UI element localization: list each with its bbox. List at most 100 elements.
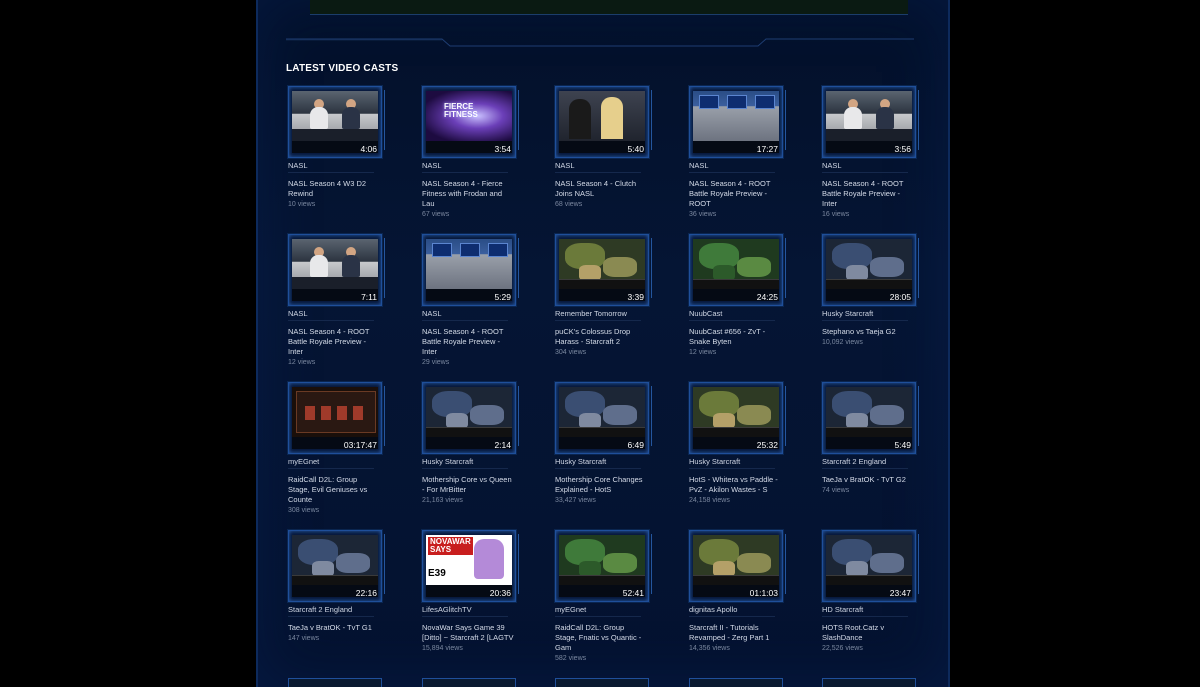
video-thumbnail[interactable]: 25:32 <box>689 382 786 454</box>
video-thumbnail[interactable]: 3:56 <box>822 86 919 158</box>
video-card[interactable]: 2:14 Husky Starcraft Mothership Core vs Qu… <box>422 382 519 506</box>
video-thumbnail[interactable]: 52:41 <box>555 530 652 602</box>
video-title[interactable]: HotS - Whitera vs Paddle - PvZ - Akilon … <box>689 475 781 495</box>
video-title[interactable]: puCK's Colossus Drop Harass - Starcraft … <box>555 327 647 347</box>
video-card[interactable]: 28:05 Husky Starcraft Stephano vs Taeja G2… <box>822 234 919 348</box>
video-title[interactable]: NASL Season 4 - Clutch Joins NASL <box>555 179 647 199</box>
thumbnail-image[interactable] <box>292 535 378 585</box>
video-thumbnail-partial[interactable] <box>555 678 649 687</box>
thumbnail-image[interactable] <box>559 535 645 585</box>
thumbnail-image[interactable] <box>826 239 912 289</box>
video-title[interactable]: NASL Season 4 - ROOT Battle Royale Previ… <box>422 327 514 357</box>
video-title[interactable]: Mothership Core vs Queen - For MrBitter <box>422 475 514 495</box>
video-title[interactable]: Mothership Core Changes Explained - HotS <box>555 475 647 495</box>
video-title[interactable]: NuubCast #656 - ZvT - Snake Byten <box>689 327 781 347</box>
video-title[interactable]: TaeJa v BratOK - TvT G2 <box>822 475 914 485</box>
channel-name[interactable]: LifesAGlitchTV <box>422 604 508 617</box>
video-thumbnail[interactable]: FIERCE FITNESS 3:54 <box>422 86 519 158</box>
video-thumbnail-partial[interactable] <box>822 678 916 687</box>
video-thumbnail[interactable]: 5:40 <box>555 86 652 158</box>
channel-name[interactable]: Husky Starcraft <box>555 456 641 469</box>
thumbnail-image[interactable] <box>292 91 378 141</box>
channel-name[interactable]: NASL <box>288 308 374 321</box>
video-card[interactable]: 17:27 NASL NASL Season 4 - ROOT Battle Roy… <box>689 86 786 220</box>
video-title[interactable]: NASL Season 4 - Fierce Fitness with Frod… <box>422 179 514 209</box>
video-card[interactable]: 01:1:03 dignitas Apollo Starcraft II - Tut… <box>689 530 786 654</box>
video-thumbnail[interactable]: 24:25 <box>689 234 786 306</box>
thumbnail-image[interactable]: NOVAWAR SAYS E39 <box>426 535 512 585</box>
channel-name[interactable]: NuubCast <box>689 308 775 321</box>
channel-name[interactable]: NASL <box>288 160 374 173</box>
channel-name[interactable]: NASL <box>422 160 508 173</box>
channel-name[interactable]: Husky Starcraft <box>422 456 508 469</box>
video-thumbnail[interactable]: 17:27 <box>689 86 786 158</box>
thumbnail-image[interactable] <box>559 91 645 141</box>
featured-video-strip[interactable] <box>310 0 908 15</box>
video-card[interactable]: 23:47 HD Starcraft HOTS Root.Catz v SlashD… <box>822 530 919 654</box>
video-card[interactable]: 22:16 Starcraft 2 England TaeJa v BratOK -… <box>288 530 385 644</box>
video-thumbnail[interactable]: 5:29 <box>422 234 519 306</box>
video-card[interactable]: 3:39 Remember Tomorrow puCK's Colossus Dro… <box>555 234 652 358</box>
video-title[interactable]: RaidCall D2L: Group Stage, Fnatic vs Qua… <box>555 623 647 653</box>
channel-name[interactable]: NASL <box>555 160 641 173</box>
channel-name[interactable]: NASL <box>422 308 508 321</box>
video-thumbnail[interactable]: 01:1:03 <box>689 530 786 602</box>
video-thumbnail[interactable]: NOVAWAR SAYS E39 20:36 <box>422 530 519 602</box>
channel-name[interactable]: Starcraft 2 England <box>288 604 374 617</box>
thumbnail-image[interactable] <box>426 239 512 289</box>
video-thumbnail[interactable]: 23:47 <box>822 530 919 602</box>
video-card[interactable]: 6:49 Husky Starcraft Mothership Core Chang… <box>555 382 652 506</box>
thumbnail-image[interactable] <box>826 91 912 141</box>
video-title[interactable]: RaidCall D2L: Group Stage, Evil Geniuses… <box>288 475 380 505</box>
video-card[interactable]: 52:41 myEGnet RaidCall D2L: Group Stage, F… <box>555 530 652 664</box>
channel-name[interactable]: myEGnet <box>288 456 374 469</box>
video-thumbnail[interactable]: 22:16 <box>288 530 385 602</box>
video-title[interactable]: NASL Season 4 - ROOT Battle Royale Previ… <box>288 327 380 357</box>
thumbnail-image[interactable] <box>693 239 779 289</box>
thumbnail-image[interactable] <box>693 535 779 585</box>
video-title[interactable]: NASL Season 4 - ROOT Battle Royale Previ… <box>689 179 781 209</box>
thumbnail-image[interactable] <box>292 239 378 289</box>
video-thumbnail[interactable]: 7:11 <box>288 234 385 306</box>
channel-name[interactable]: dignitas Apollo <box>689 604 775 617</box>
thumbnail-image[interactable]: FIERCE FITNESS <box>426 91 512 141</box>
video-title[interactable]: HOTS Root.Catz v SlashDance <box>822 623 914 643</box>
channel-name[interactable]: NASL <box>689 160 775 173</box>
video-thumbnail[interactable]: 6:49 <box>555 382 652 454</box>
channel-name[interactable]: Remember Tomorrow <box>555 308 641 321</box>
video-thumbnail-partial[interactable] <box>288 678 382 687</box>
video-card[interactable]: 5:40 NASL NASL Season 4 - Clutch Joins NAS… <box>555 86 652 210</box>
video-title[interactable]: NASL Season 4 - ROOT Battle Royale Previ… <box>822 179 914 209</box>
video-card[interactable]: 5:49 Starcraft 2 England TaeJa v BratOK - … <box>822 382 919 496</box>
video-thumbnail-partial[interactable] <box>422 678 516 687</box>
thumbnail-image[interactable] <box>559 239 645 289</box>
channel-name[interactable]: HD Starcraft <box>822 604 908 617</box>
video-card[interactable]: 4:06 NASL NASL Season 4 W3 D2 Rewind 10 vie… <box>288 86 385 210</box>
video-title[interactable]: TaeJa v BratOK - TvT G1 <box>288 623 380 633</box>
video-card[interactable]: 03:17:47 myEGnet RaidCall D2L: Group Stage… <box>288 382 385 516</box>
video-card[interactable]: FIERCE FITNESS 3:54 NASL NASL Season 4 - Fie… <box>422 86 519 220</box>
video-title[interactable]: Starcraft II - Tutorials Revamped - Zerg… <box>689 623 781 643</box>
thumbnail-image[interactable] <box>693 387 779 437</box>
video-thumbnail[interactable]: 4:06 <box>288 86 385 158</box>
thumbnail-image[interactable] <box>826 535 912 585</box>
video-thumbnail[interactable]: 5:49 <box>822 382 919 454</box>
video-card[interactable]: NOVAWAR SAYS E39 20:36 LifesAGlitchTV NovaWar… <box>422 530 519 654</box>
channel-name[interactable]: myEGnet <box>555 604 641 617</box>
video-title[interactable]: NASL Season 4 W3 D2 Rewind <box>288 179 380 199</box>
channel-name[interactable]: NASL <box>822 160 908 173</box>
video-thumbnail[interactable]: 28:05 <box>822 234 919 306</box>
thumbnail-image[interactable] <box>559 387 645 437</box>
channel-name[interactable]: Husky Starcraft <box>689 456 775 469</box>
thumbnail-image[interactable] <box>826 387 912 437</box>
video-card[interactable]: 24:25 NuubCast NuubCast #656 - ZvT - Snake… <box>689 234 786 358</box>
thumbnail-image[interactable] <box>693 91 779 141</box>
video-thumbnail[interactable]: 3:39 <box>555 234 652 306</box>
thumbnail-image[interactable] <box>426 387 512 437</box>
video-thumbnail[interactable]: 2:14 <box>422 382 519 454</box>
video-thumbnail[interactable]: 03:17:47 <box>288 382 385 454</box>
channel-name[interactable]: Husky Starcraft <box>822 308 908 321</box>
video-card[interactable]: 3:56 NASL NASL Season 4 - ROOT Battle Roya… <box>822 86 919 220</box>
video-title[interactable]: Stephano vs Taeja G2 <box>822 327 914 337</box>
video-card[interactable]: 25:32 Husky Starcraft HotS - Whitera vs Pa… <box>689 382 786 506</box>
